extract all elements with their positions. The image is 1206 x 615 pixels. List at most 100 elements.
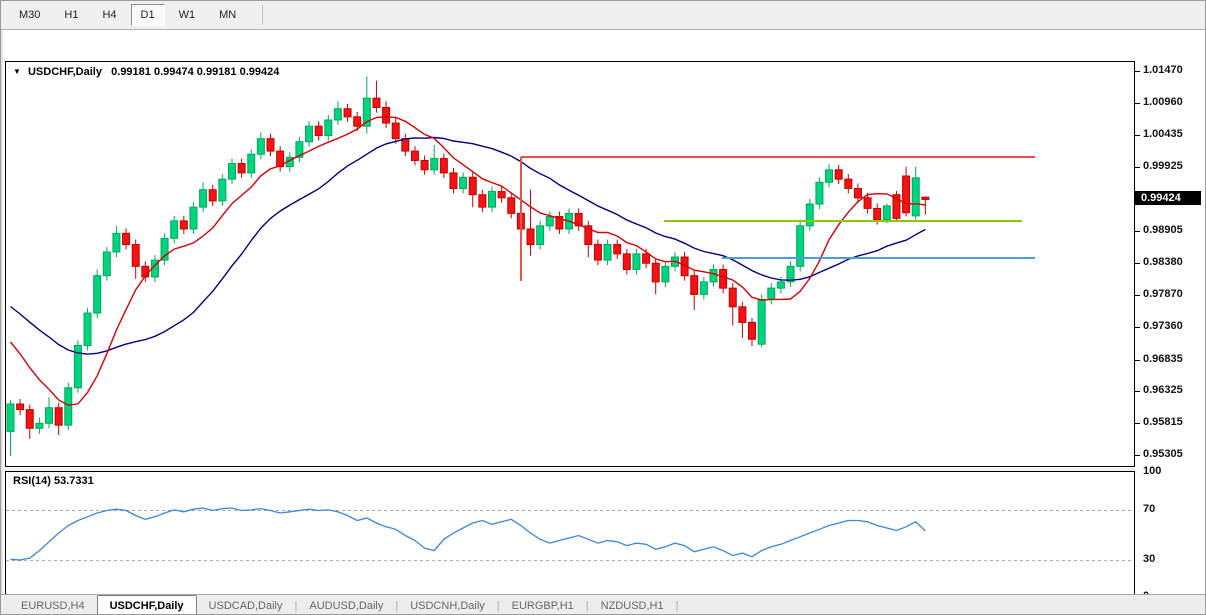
- candle-bear: [373, 81, 380, 113]
- candle-bull: [633, 249, 640, 275]
- candle-bull: [219, 174, 226, 206]
- candle-bull: [710, 264, 717, 286]
- candle-bear: [508, 193, 515, 219]
- price-axis-label: 0.99925: [1143, 160, 1183, 172]
- price-axis-tick: [1135, 423, 1140, 424]
- price-axis-label: 0.96835: [1143, 353, 1183, 365]
- candle-bear: [450, 168, 457, 194]
- chart-window: ▼ USDCHF,Daily 0.99181 0.99474 0.99181 0…: [1, 30, 1206, 594]
- trading-app-window: M30H1H4D1W1MN ▼ USDCHF,Daily 0.99181 0.9…: [0, 0, 1206, 615]
- timeframe-toolbar: M30H1H4D1W1MN: [1, 1, 1206, 30]
- symbol-tab-audusd[interactable]: AUDUSD,Daily: [297, 597, 395, 615]
- price-axis-label: 0.97360: [1143, 320, 1183, 332]
- candle-bull: [296, 137, 303, 163]
- candle-bear: [123, 228, 130, 249]
- candle-bear: [575, 208, 582, 230]
- candle-bear: [277, 146, 284, 172]
- timeframe-button-w1[interactable]: W1: [169, 4, 206, 26]
- timeframe-button-h4[interactable]: H4: [92, 4, 126, 26]
- price-axis-label: 0.98905: [1143, 224, 1183, 236]
- price-axis-label: 1.00960: [1143, 96, 1183, 108]
- candle-bull: [113, 226, 120, 257]
- symbol-tab-usdcnh[interactable]: USDCNH,Daily: [398, 597, 497, 615]
- symbol-tab-usdchf[interactable]: USDCHF,Daily: [97, 595, 197, 615]
- symbol-tab-usdcad[interactable]: USDCAD,Daily: [197, 597, 295, 615]
- rsi-axis-label: 30: [1143, 553, 1155, 565]
- price-axis-tick: [1135, 295, 1140, 296]
- ma-fast-line: [11, 117, 926, 405]
- candle-bear: [845, 174, 852, 193]
- candle-bull: [604, 240, 611, 266]
- main-chart-canvas[interactable]: [5, 61, 1135, 467]
- candle-bull: [431, 145, 438, 175]
- candle-bear: [479, 190, 486, 212]
- symbol-tab-bar: EURUSD,H4USDCHF,DailyUSDCAD,Daily | AUDUSD…: [1, 594, 1206, 615]
- candle-bear: [498, 187, 505, 203]
- chart-ohlc-values: 0.99181 0.99474 0.99181 0.99424: [111, 66, 279, 78]
- price-axis-tick: [1135, 167, 1140, 168]
- price-axis-tick: [1135, 231, 1140, 232]
- candle-bull: [816, 177, 823, 209]
- symbol-tab-eurusd[interactable]: EURUSD,H4: [9, 597, 97, 615]
- symbol-tab-nzdusd[interactable]: NZDUSD,H1: [589, 597, 676, 615]
- candle-bull: [7, 400, 14, 455]
- price-axis-tick: [1135, 135, 1140, 136]
- candle-bull: [334, 101, 341, 125]
- candle-bull: [94, 269, 101, 318]
- candle-bull: [787, 261, 794, 287]
- candle-bull: [84, 308, 91, 350]
- candle-bear: [835, 165, 842, 184]
- candle-bear: [614, 240, 621, 259]
- candle-bull: [74, 340, 81, 392]
- candle-bear: [55, 403, 62, 435]
- candle-bear: [691, 271, 698, 310]
- candle-bear: [527, 190, 534, 256]
- timeframe-button-mn[interactable]: MN: [209, 4, 246, 26]
- candle-bull: [768, 283, 775, 304]
- toolbar-separator: [262, 5, 263, 25]
- candle-bear: [623, 249, 630, 275]
- current-price-tag: 0.99424: [1135, 191, 1201, 205]
- rsi-panel-canvas[interactable]: [5, 471, 1135, 597]
- candle-bear: [238, 159, 245, 178]
- timeframe-button-d1[interactable]: D1: [131, 4, 165, 26]
- candle-bear: [17, 399, 24, 415]
- tab-separator: |: [676, 600, 679, 615]
- candle-bear: [315, 121, 322, 140]
- symbol-tab-eurgbp[interactable]: EURGBP,H1: [500, 597, 586, 615]
- price-axis-label: 0.96325: [1143, 384, 1183, 396]
- price-axis-label: 0.95305: [1143, 448, 1183, 460]
- rsi-line: [11, 508, 926, 560]
- candle-bull: [200, 182, 207, 212]
- candle-bull: [257, 132, 264, 159]
- price-axis-tick: [1135, 71, 1140, 72]
- candle-bear: [383, 101, 390, 128]
- candle-bear: [411, 146, 418, 165]
- candle-bull: [489, 187, 496, 213]
- candle-bull: [363, 76, 370, 133]
- price-axis-tick: [1135, 263, 1140, 264]
- timeframe-button-m30[interactable]: M30: [9, 4, 50, 26]
- candle-bull: [700, 277, 707, 299]
- candle-bull: [171, 216, 178, 243]
- candle-bull: [190, 202, 197, 234]
- candle-bear: [392, 118, 399, 144]
- price-axis-tick: [1135, 455, 1140, 456]
- price-axis-label: 0.98380: [1143, 256, 1183, 268]
- candle-bear: [421, 155, 428, 174]
- candle-bear: [26, 405, 33, 439]
- chevron-down-icon: ▼: [13, 67, 21, 76]
- timeframe-button-h1[interactable]: H1: [54, 4, 88, 26]
- candle-bull: [325, 115, 332, 141]
- price-axis-label: 0.97870: [1143, 288, 1183, 300]
- candle-bull: [161, 233, 168, 265]
- candle-bull: [228, 159, 235, 185]
- candle-bull: [826, 164, 833, 187]
- candle-bull: [46, 397, 53, 428]
- candle-bear: [893, 191, 900, 222]
- candle-bear: [652, 258, 659, 294]
- candle-bull: [306, 121, 313, 147]
- candle-bear: [585, 221, 592, 257]
- chart-title: ▼ USDCHF,Daily 0.99181 0.99474 0.99181 0…: [13, 66, 279, 78]
- rsi-indicator-label: RSI(14) 53.7331: [13, 475, 94, 487]
